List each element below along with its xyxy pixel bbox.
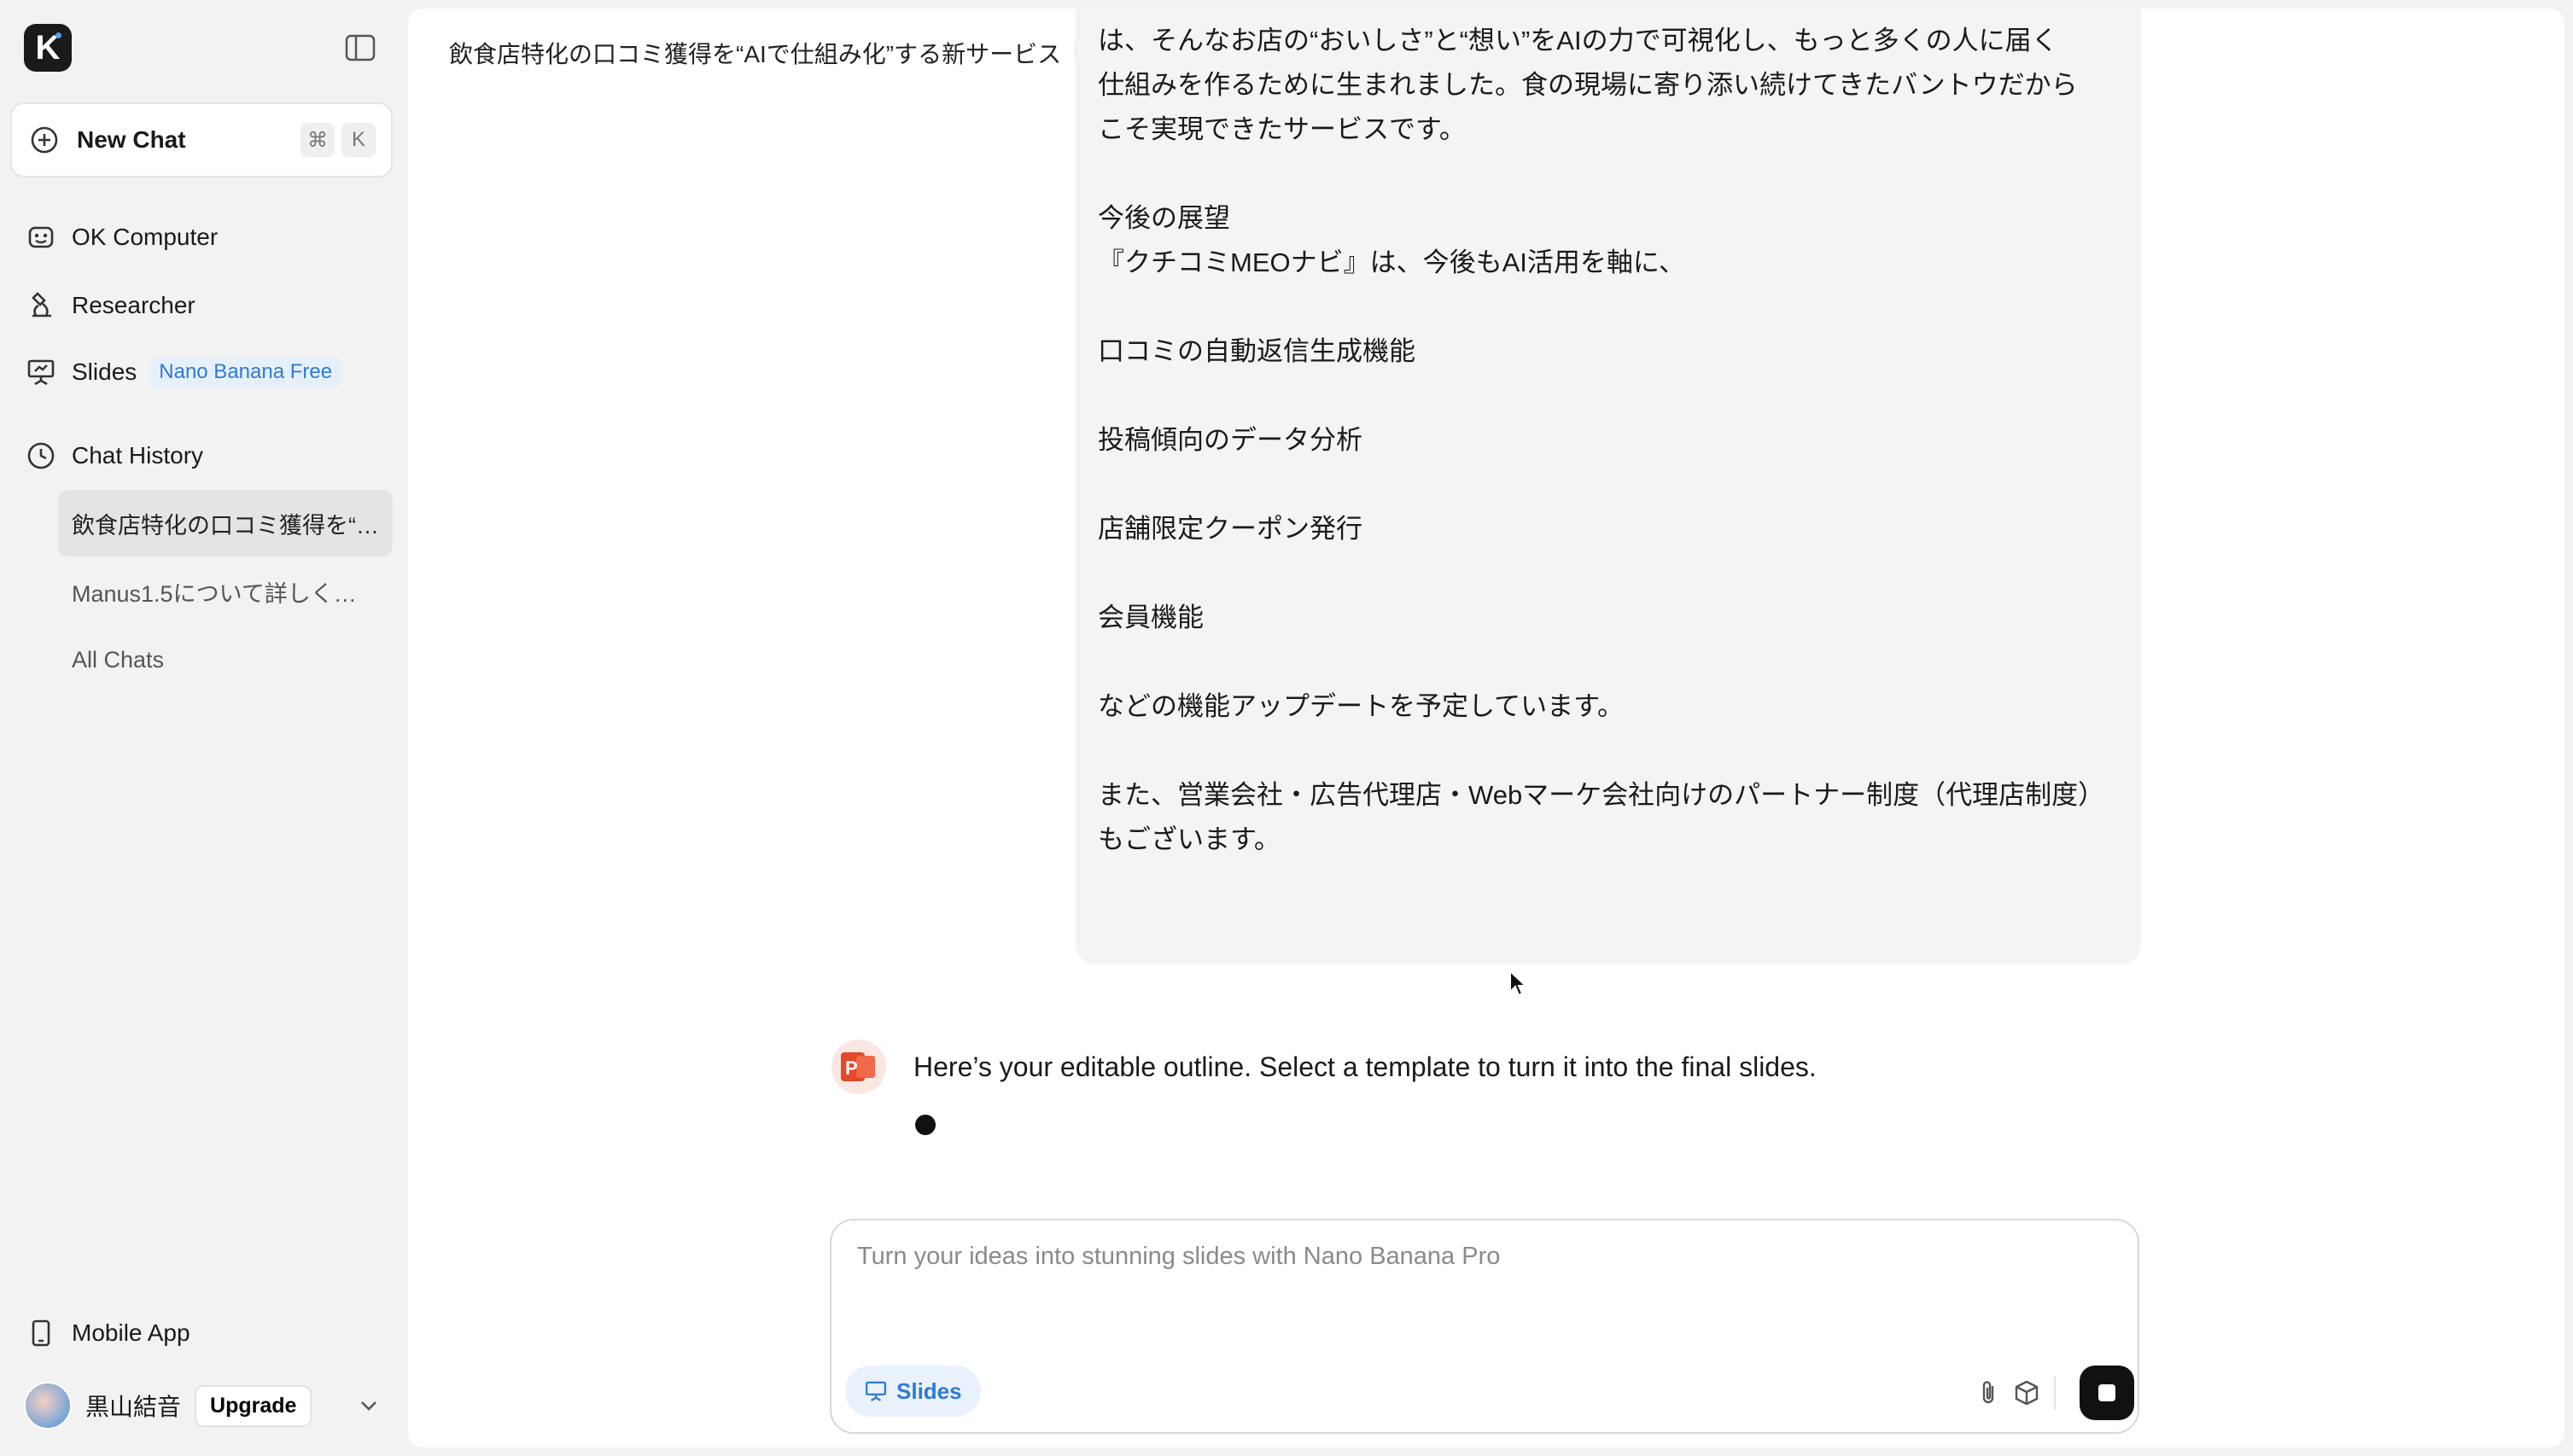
svg-text:P: P <box>845 1057 858 1079</box>
message-composer: Slides <box>830 1219 2139 1434</box>
message-line: 今後の展望 <box>1098 203 1230 233</box>
upgrade-button[interactable]: Upgrade <box>195 1384 312 1427</box>
message-line: 仕組みを作るために生まれました。食の現場に寄り添い続けてきたバントウだから <box>1098 70 2078 100</box>
chat-panel: 飲食店特化の口コミ獲得を“AIで仕組み化”する新サービス『ク は、そんなお店の“… <box>408 9 2564 1447</box>
command-key: ⌘ <box>300 123 335 157</box>
presentation-icon <box>865 1381 887 1401</box>
message-input[interactable] <box>857 1243 2103 1311</box>
user-message-text: は、そんなお店の“おいしさ”と“想い”をAIの力で可視化し、もっと多くの人に届く… <box>1098 19 2122 862</box>
sidebar-item-ok-computer[interactable]: OK Computer <box>26 222 218 253</box>
chevron-down-icon[interactable] <box>355 1392 382 1419</box>
app-logo[interactable]: K <box>24 24 72 72</box>
message-line <box>1098 640 2122 684</box>
all-chats-link[interactable]: All Chats <box>58 626 393 693</box>
sidebar-toggle-icon[interactable] <box>345 34 376 61</box>
sidebar-item-researcher[interactable]: Researcher <box>26 290 195 321</box>
sidebar-item-slides[interactable]: Slides Nano Banana Free <box>26 357 341 387</box>
sidebar-item-label: OK Computer <box>72 224 219 250</box>
sidebar-item-label: Slides <box>72 358 137 385</box>
sidebar: K New Chat ⌘ K OK Computer Researcher Sl… <box>0 0 408 1456</box>
message-line <box>1098 374 2122 418</box>
promo-badge: Nano Banana Free <box>150 357 341 387</box>
sidebar-item-label: Researcher <box>72 292 195 318</box>
message-line: また、営業会社・広告代理店・Webマーケ会社向けのパートナー制度（代理店制度） <box>1098 780 2105 810</box>
message-line: 『クチコミMEOナビ』は、今後もAI活用を軸に、 <box>1098 248 1685 277</box>
plus-circle-icon <box>31 126 58 154</box>
chat-title[interactable]: 飲食店特化の口コミ獲得を“AIで仕組み化”する新サービス『ク <box>449 36 1141 70</box>
message-line <box>1098 285 2122 329</box>
user-name: 黒山結音 <box>85 1394 182 1420</box>
microscope-icon <box>32 292 51 317</box>
user-message-bubble: は、そんなお店の“おいしさ”と“想い”をAIの力で可視化し、もっと多くの人に届く… <box>1076 9 2141 964</box>
message-line: は、そんなお店の“おいしさ”と“想い”をAIの力で可視化し、もっと多くの人に届く <box>1098 26 2058 55</box>
clock-icon <box>27 442 55 469</box>
history-item[interactable]: Manus1.5について詳しく教えて <box>58 558 393 625</box>
message-line <box>1098 152 2122 196</box>
user-profile: 黒山結音 Upgrade <box>24 1381 382 1430</box>
paperclip-icon[interactable] <box>1975 1379 2003 1406</box>
logo-dot <box>55 32 61 38</box>
message-line <box>1098 463 2122 507</box>
typing-indicator <box>915 1115 936 1135</box>
chat-title-text: 飲食店特化の口コミ獲得を“AIで仕組み化”する新サービス『ク <box>449 41 1110 67</box>
message-line: 会員機能 <box>1098 603 1204 632</box>
history-item-active[interactable]: 飲食店特化の口コミ獲得を“AIで仕組み化”する新サービス『クチコミMEOナビ』 <box>58 490 393 556</box>
mobile-app-label: Mobile App <box>72 1319 190 1346</box>
message-line: こそ実現できたサービスです。 <box>1098 114 1466 144</box>
message-line: 店舗限定クーポン発行 <box>1098 514 1362 544</box>
new-chat-shortcut: ⌘ K <box>300 123 376 157</box>
history-item-label: Manus1.5について詳しく教えて <box>72 580 379 607</box>
slides-mode-chip[interactable]: Slides <box>845 1366 981 1417</box>
k-key: K <box>341 123 376 157</box>
message-line: などの機能アップデートを予定しています。 <box>1098 691 1624 721</box>
message-line <box>1098 729 2122 773</box>
phone-icon <box>32 1319 50 1347</box>
mouse-cursor-icon <box>1509 970 1528 997</box>
sidebar-item-label: Chat History <box>72 442 204 469</box>
stop-generation-button[interactable] <box>2080 1366 2134 1420</box>
message-line: もございます。 <box>1098 824 1281 854</box>
new-chat-label: New Chat <box>77 126 186 153</box>
new-chat-button[interactable]: New Chat ⌘ K <box>10 102 393 178</box>
powerpoint-icon: P <box>831 1040 886 1094</box>
avatar[interactable] <box>24 1382 72 1430</box>
toolbar-divider <box>2054 1376 2056 1410</box>
message-line <box>1098 551 2122 596</box>
assistant-message-text: Here’s your editable outline. Select a t… <box>913 1051 1817 1082</box>
history-item-label: 飲食店特化の口コミ獲得を“AIで仕組み化”する新サービス『クチコミMEOナビ』 <box>72 512 379 539</box>
assistant-message: P Here’s your editable outline. Select a… <box>831 1040 1817 1094</box>
presentation-icon <box>27 359 55 386</box>
message-line: 投稿傾向のデータ分析 <box>1098 425 1362 455</box>
message-line: 口コミの自動返信生成機能 <box>1098 336 1415 366</box>
all-chats-label: All Chats <box>72 646 165 673</box>
cube-icon[interactable] <box>2013 1379 2040 1406</box>
stop-icon <box>2098 1384 2115 1401</box>
robot-icon <box>28 226 54 248</box>
slides-chip-label: Slides <box>896 1377 962 1404</box>
mobile-app-link[interactable]: Mobile App <box>26 1318 190 1348</box>
sidebar-item-chat-history[interactable]: Chat History <box>26 440 203 471</box>
